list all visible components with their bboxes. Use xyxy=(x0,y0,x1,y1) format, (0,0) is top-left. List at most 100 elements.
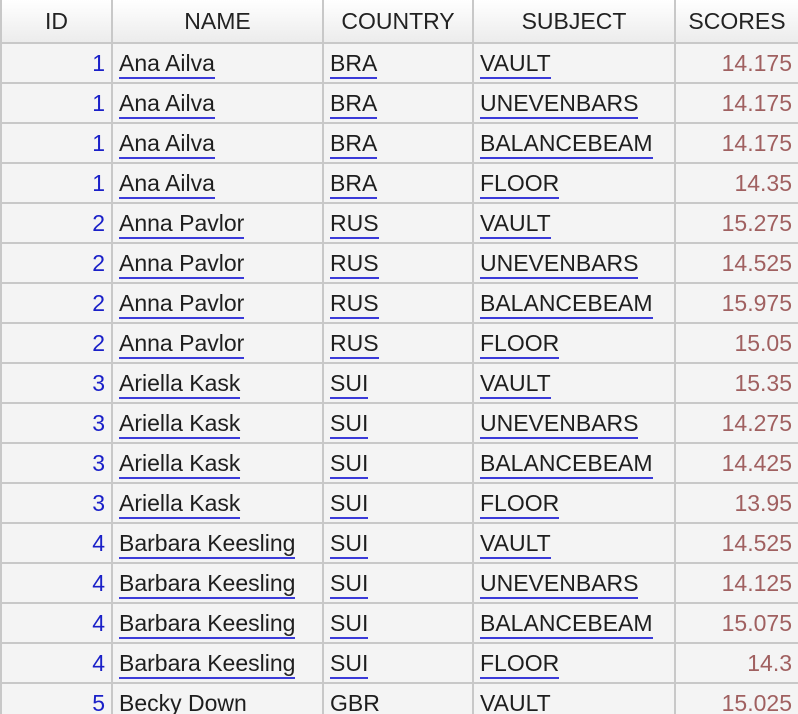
cell-subject-link[interactable]: FLOOR xyxy=(480,169,560,199)
cell-name-link[interactable]: Ana Ailva xyxy=(119,129,215,159)
cell-country-link[interactable]: SUI xyxy=(330,649,369,679)
cell-score: 15.05 xyxy=(674,322,798,364)
cell-country-link[interactable]: GBR xyxy=(330,689,380,714)
cell-subject-link[interactable]: VAULT xyxy=(480,529,551,559)
cell-subject-link[interactable]: UNEVENBARS xyxy=(480,569,639,599)
cell-subject: BALANCEBEAM xyxy=(472,122,676,164)
table-row[interactable]: 3 Ariella Kask SUI UNEVENBARS 14.275 xyxy=(0,402,798,444)
cell-name: Ana Ailva xyxy=(111,122,324,164)
cell-country-link[interactable]: SUI xyxy=(330,569,369,599)
column-header-subject[interactable]: SUBJECT xyxy=(472,0,676,44)
cell-name: Ana Ailva xyxy=(111,42,324,84)
table-row[interactable]: 4 Barbara Keesling SUI UNEVENBARS 14.125 xyxy=(0,562,798,604)
cell-country-link[interactable]: RUS xyxy=(330,209,379,239)
cell-name-link[interactable]: Ana Ailva xyxy=(119,169,215,199)
cell-subject-link[interactable]: BALANCEBEAM xyxy=(480,609,653,639)
cell-name: Ana Ailva xyxy=(111,162,324,204)
table-row[interactable]: 3 Ariella Kask SUI FLOOR 13.95 xyxy=(0,482,798,524)
cell-country-link[interactable]: RUS xyxy=(330,289,379,319)
cell-id: 4 xyxy=(0,642,113,684)
cell-name: Anna Pavlor xyxy=(111,282,324,324)
cell-score: 14.175 xyxy=(674,122,798,164)
cell-country-link[interactable]: RUS xyxy=(330,329,379,359)
cell-name-link[interactable]: Barbara Keesling xyxy=(119,609,296,639)
table-row[interactable]: 2 Anna Pavlor RUS VAULT 15.275 xyxy=(0,202,798,244)
cell-subject-link[interactable]: VAULT xyxy=(480,209,551,239)
cell-score: 15.975 xyxy=(674,282,798,324)
cell-name-link[interactable]: Anna Pavlor xyxy=(119,289,245,319)
cell-subject-link[interactable]: FLOOR xyxy=(480,489,560,519)
cell-name-link[interactable]: Ariella Kask xyxy=(119,409,241,439)
cell-country-link[interactable]: BRA xyxy=(330,49,378,79)
cell-subject-link[interactable]: FLOOR xyxy=(480,329,560,359)
cell-country-link[interactable]: SUI xyxy=(330,409,369,439)
cell-name-link[interactable]: Barbara Keesling xyxy=(119,649,296,679)
cell-name-link[interactable]: Anna Pavlor xyxy=(119,329,245,359)
table-row[interactable]: 1 Ana Ailva BRA VAULT 14.175 xyxy=(0,42,798,84)
cell-id: 1 xyxy=(0,82,113,124)
table-row[interactable]: 2 Anna Pavlor RUS UNEVENBARS 14.525 xyxy=(0,242,798,284)
cell-name-link[interactable]: Barbara Keesling xyxy=(119,569,296,599)
table-row[interactable]: 5 Becky Down GBR VAULT 15.025 xyxy=(0,682,798,714)
cell-id: 2 xyxy=(0,282,113,324)
cell-name-link[interactable]: Barbara Keesling xyxy=(119,529,296,559)
cell-country-link[interactable]: RUS xyxy=(330,249,379,279)
column-header-country[interactable]: COUNTRY xyxy=(322,0,474,44)
column-header-scores[interactable]: SCORES xyxy=(674,0,798,44)
cell-subject-link[interactable]: UNEVENBARS xyxy=(480,249,639,279)
cell-subject-link[interactable]: BALANCEBEAM xyxy=(480,129,653,159)
cell-country-link[interactable]: SUI xyxy=(330,609,369,639)
cell-score: 14.3 xyxy=(674,642,798,684)
cell-subject: VAULT xyxy=(472,362,676,404)
cell-subject-link[interactable]: VAULT xyxy=(480,689,551,714)
cell-name-link[interactable]: Anna Pavlor xyxy=(119,209,245,239)
table-row[interactable]: 1 Ana Ailva BRA UNEVENBARS 14.175 xyxy=(0,82,798,124)
cell-id: 2 xyxy=(0,322,113,364)
cell-subject-link[interactable]: UNEVENBARS xyxy=(480,89,639,119)
table-row[interactable]: 4 Barbara Keesling SUI BALANCEBEAM 15.075 xyxy=(0,602,798,644)
cell-id: 4 xyxy=(0,522,113,564)
cell-name-link[interactable]: Ariella Kask xyxy=(119,489,241,519)
cell-country-link[interactable]: BRA xyxy=(330,89,378,119)
cell-id: 2 xyxy=(0,242,113,284)
table-row[interactable]: 4 Barbara Keesling SUI FLOOR 14.3 xyxy=(0,642,798,684)
cell-name-link[interactable]: Ana Ailva xyxy=(119,89,215,119)
table-row[interactable]: 1 Ana Ailva BRA FLOOR 14.35 xyxy=(0,162,798,204)
cell-subject: VAULT xyxy=(472,202,676,244)
cell-subject: FLOOR xyxy=(472,162,676,204)
cell-subject-link[interactable]: UNEVENBARS xyxy=(480,409,639,439)
cell-name-link[interactable]: Ana Ailva xyxy=(119,49,215,79)
cell-name-link[interactable]: Anna Pavlor xyxy=(119,249,245,279)
cell-subject-link[interactable]: VAULT xyxy=(480,49,551,79)
cell-score: 14.35 xyxy=(674,162,798,204)
cell-subject: VAULT xyxy=(472,522,676,564)
table-row[interactable]: 2 Anna Pavlor RUS FLOOR 15.05 xyxy=(0,322,798,364)
cell-subject-link[interactable]: BALANCEBEAM xyxy=(480,449,653,479)
table-row[interactable]: 3 Ariella Kask SUI BALANCEBEAM 14.425 xyxy=(0,442,798,484)
table-row[interactable]: 1 Ana Ailva BRA BALANCEBEAM 14.175 xyxy=(0,122,798,164)
table-row[interactable]: 3 Ariella Kask SUI VAULT 15.35 xyxy=(0,362,798,404)
column-header-name[interactable]: NAME xyxy=(111,0,324,44)
cell-id: 3 xyxy=(0,482,113,524)
cell-name-link[interactable]: Becky Down xyxy=(119,689,247,714)
cell-subject-link[interactable]: VAULT xyxy=(480,369,551,399)
cell-country-link[interactable]: BRA xyxy=(330,129,378,159)
cell-score: 14.175 xyxy=(674,42,798,84)
cell-id: 5 xyxy=(0,682,113,714)
cell-subject: BALANCEBEAM xyxy=(472,282,676,324)
table-row[interactable]: 4 Barbara Keesling SUI VAULT 14.525 xyxy=(0,522,798,564)
cell-country-link[interactable]: BRA xyxy=(330,169,378,199)
cell-subject: FLOOR xyxy=(472,642,676,684)
cell-country-link[interactable]: SUI xyxy=(330,489,369,519)
cell-country-link[interactable]: SUI xyxy=(330,529,369,559)
cell-country-link[interactable]: SUI xyxy=(330,449,369,479)
column-header-id[interactable]: ID xyxy=(0,0,113,44)
cell-name-link[interactable]: Ariella Kask xyxy=(119,369,241,399)
cell-name: Barbara Keesling xyxy=(111,602,324,644)
cell-name: Anna Pavlor xyxy=(111,322,324,364)
table-row[interactable]: 2 Anna Pavlor RUS BALANCEBEAM 15.975 xyxy=(0,282,798,324)
cell-subject-link[interactable]: BALANCEBEAM xyxy=(480,289,653,319)
cell-subject-link[interactable]: FLOOR xyxy=(480,649,560,679)
cell-name-link[interactable]: Ariella Kask xyxy=(119,449,241,479)
cell-country-link[interactable]: SUI xyxy=(330,369,369,399)
